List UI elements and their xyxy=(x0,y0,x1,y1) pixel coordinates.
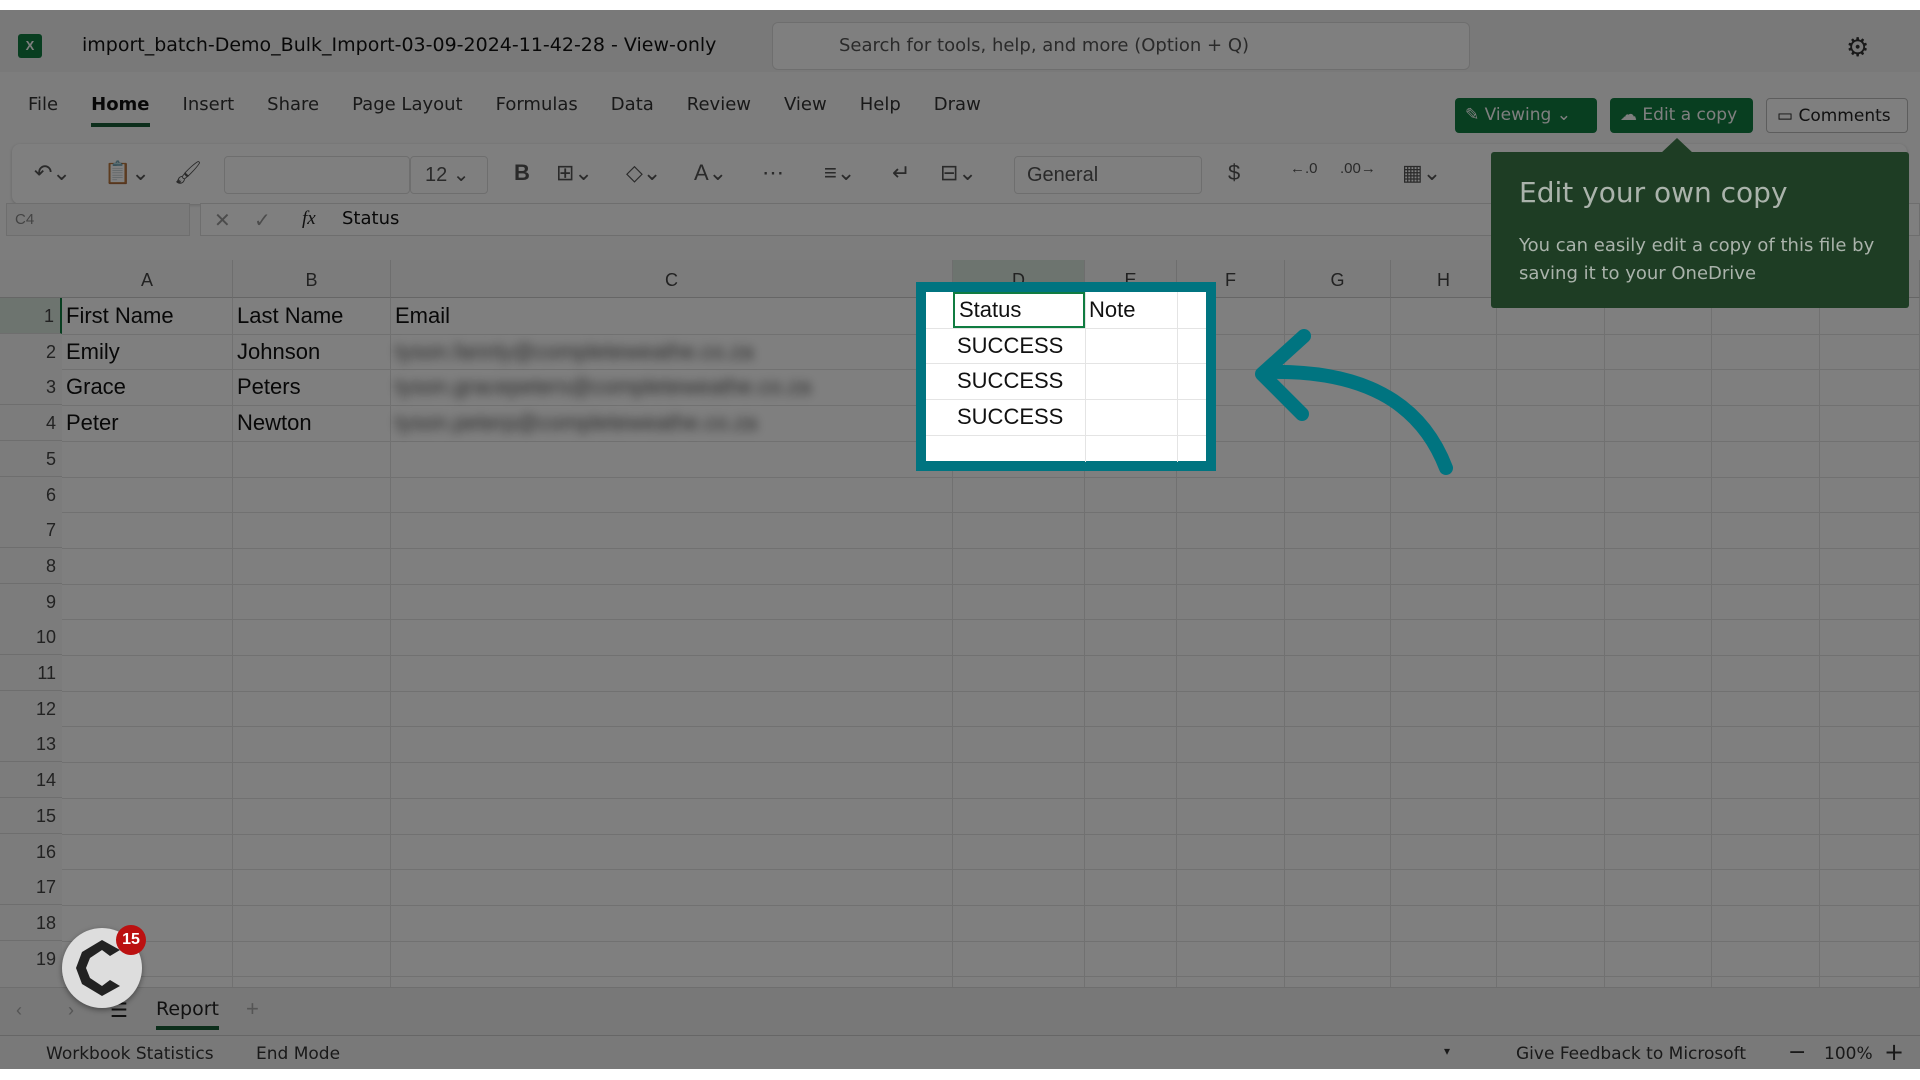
tooltip-body: You can easily edit a copy of this file … xyxy=(1519,235,1875,284)
column-gridline xyxy=(1177,292,1178,462)
cell-D2[interactable]: SUCCESS xyxy=(953,328,1085,364)
column-gridline xyxy=(1085,292,1086,462)
cell-D1[interactable]: Status xyxy=(953,292,1085,328)
highlight-box: Status Note SUCCESS SUCCESS SUCCESS xyxy=(916,282,1216,471)
cell-D4[interactable]: SUCCESS xyxy=(953,399,1085,435)
notification-badge: 15 xyxy=(116,925,146,955)
arrow-curve xyxy=(1261,364,1453,475)
edit-copy-tooltip: Edit your own copy You can easily edit a… xyxy=(1491,152,1909,308)
cell-E1[interactable]: Note xyxy=(1085,292,1135,328)
arrow-annotation xyxy=(1255,329,1453,475)
tooltip-title: Edit your own copy xyxy=(1519,176,1788,209)
cell-D3[interactable]: SUCCESS xyxy=(953,363,1085,399)
